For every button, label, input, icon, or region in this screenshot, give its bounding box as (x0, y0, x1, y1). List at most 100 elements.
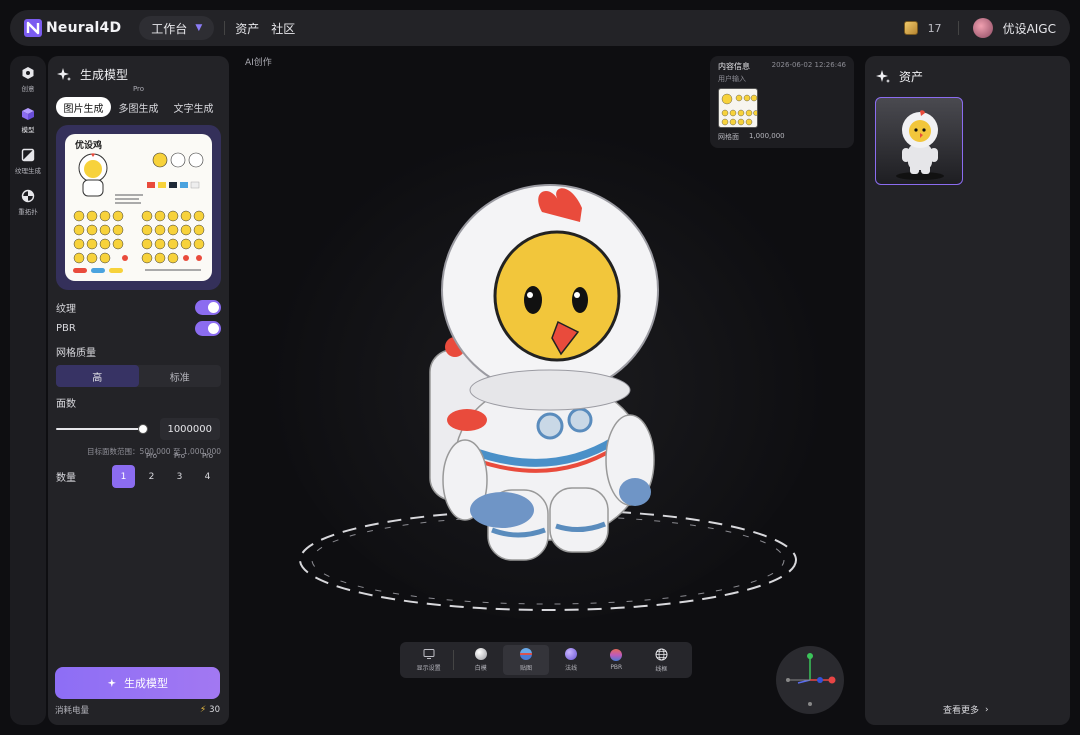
energy-cost-row: 消耗电量 ⚡ 30 (55, 704, 220, 716)
assets-header: 资产 (875, 68, 1060, 85)
pro-tag: Pro (132, 85, 145, 93)
rail-item-texture[interactable]: 纹理生成 (10, 148, 46, 175)
see-more-label: 查看更多 (943, 706, 980, 716)
display-settings-icon (423, 649, 435, 659)
lightning-icon: ⚡ (199, 705, 207, 715)
toolbar-divider (453, 650, 455, 670)
3d-viewport[interactable] (230, 60, 860, 660)
tab-text-generate[interactable]: 文字生成 (166, 97, 221, 117)
quantity-option-3[interactable]: Pro 3 (168, 452, 191, 488)
input-thumbnail[interactable] (718, 88, 758, 128)
texture-icon (21, 148, 35, 162)
info-input-label: 用户输入 (718, 75, 746, 83)
panel-header: 生成模型 (56, 66, 221, 83)
render-normal-button[interactable]: 法线 (549, 645, 594, 675)
faces-range-hint: 目标面数范围：500,000 至 1,000,000 (87, 447, 221, 456)
faces-slider[interactable] (56, 423, 148, 435)
tab-label: 文字生成 (173, 103, 214, 115)
cube-icon (22, 108, 34, 120)
rail-item-creative[interactable]: 创意 (10, 66, 46, 93)
pbr-label: PBR (56, 323, 76, 334)
top-bar: Neural4D 工作台 ▼ 资产 社区 17 优设AIGC (10, 10, 1070, 46)
tab-image-generate[interactable]: 图片生成 (56, 97, 111, 117)
quantity-options: 1 Pro 2 Pro 3 Pro 4 (112, 452, 219, 488)
assets-panel: 资产 查看更多 › (865, 56, 1070, 725)
texture-toggle[interactable] (195, 300, 221, 315)
avatar[interactable] (972, 18, 993, 38)
brand-logo[interactable]: Neural4D (24, 19, 121, 37)
rail-label: 模型 (21, 126, 35, 134)
rail-label: 重拓扑 (18, 208, 38, 216)
info-timestamp: 2026-06-02 12:26:46 (771, 61, 846, 69)
slider-track (56, 428, 148, 430)
input-image-frame[interactable]: 优设鸡 (56, 125, 221, 290)
quantity-value: 3 (176, 471, 183, 482)
quantity-value: 1 (120, 471, 127, 482)
render-white-model-button[interactable]: 白模 (458, 645, 503, 675)
panel-title: 生成模型 (80, 68, 129, 82)
top-right-area: 17 优设AIGC (903, 18, 1056, 38)
asset-thumbnail[interactable] (875, 97, 963, 185)
user-name[interactable]: 优设AIGC (1003, 20, 1056, 37)
quantity-value: 2 (148, 471, 155, 482)
pro-tag: Pro (173, 452, 186, 460)
render-mode-label: 法线 (565, 665, 578, 672)
neural4d-logo-icon (24, 19, 42, 37)
nav-divider (224, 21, 226, 35)
caret-down-icon: ▼ (195, 23, 203, 33)
rail-item-retopology[interactable]: 重拓扑 (10, 189, 46, 216)
brand-name: Neural4D (46, 20, 122, 36)
quantity-label: 数量 (56, 473, 76, 484)
render-pbr-button[interactable]: PBR (594, 645, 639, 675)
render-texture-button[interactable]: 贴图 (503, 645, 549, 675)
energy-label: 消耗电量 (55, 706, 90, 716)
rail-label: 创意 (21, 85, 35, 93)
generate-model-panel: 生成模型 图片生成 Pro 多图生成 文字生成 优设鸡 纹理 PBR 网格质量 … (48, 56, 229, 725)
quantity-option-1[interactable]: 1 (112, 465, 135, 488)
tab-label: 多图生成 (118, 103, 159, 115)
texture-label: 纹理 (56, 304, 76, 315)
slider-knob[interactable] (138, 424, 148, 434)
topbar-divider (957, 21, 959, 35)
quantity-option-4[interactable]: Pro 4 (196, 452, 219, 488)
energy-amount: 30 (209, 705, 220, 715)
textured-ball-icon (519, 648, 532, 660)
info-title: 内容信息 (718, 62, 750, 71)
orientation-gizmo[interactable] (776, 646, 844, 714)
workspace-dropdown[interactable]: 工作台 ▼ (139, 16, 215, 40)
character-sheet-image: 优设鸡 (73, 139, 205, 273)
axis-gizmo-icon (786, 653, 836, 706)
tool-rail: 创意 模型 纹理生成 重拓扑 (10, 56, 46, 725)
texture-toggle-row: 纹理 (56, 300, 221, 315)
normal-ball-icon (565, 648, 578, 660)
quality-high-button[interactable]: 高 (56, 365, 139, 387)
render-mode-label: 白模 (474, 665, 487, 672)
quantity-option-2[interactable]: Pro 2 (140, 452, 163, 488)
assets-title: 资产 (899, 70, 924, 84)
coin-count: 17 (927, 21, 942, 35)
sparkle-icon (107, 678, 116, 687)
see-more-link[interactable]: 查看更多 › (943, 703, 989, 717)
pbr-ball-icon (610, 649, 623, 661)
nav-community[interactable]: 社区 (271, 20, 295, 37)
content-info-card: 内容信息 2026-06-02 12:26:46 用户输入 网格面 1,000,… (710, 56, 854, 148)
faces-input[interactable]: 1000000 (160, 418, 220, 440)
hexagon-icon (22, 67, 34, 79)
sparkle-icon (876, 69, 890, 83)
pbr-toggle-row: PBR (56, 321, 221, 336)
pbr-toggle[interactable] (195, 321, 221, 336)
render-mode-label: 线框 (655, 665, 668, 673)
energy-value: ⚡ 30 (200, 704, 220, 716)
info-mesh-label: 网格面 (718, 133, 739, 141)
quantity-value: 4 (204, 471, 211, 482)
nav-assets[interactable]: 资产 (235, 20, 259, 37)
render-wireframe-button[interactable]: 线框 (639, 645, 684, 675)
rail-item-model[interactable]: 模型 (10, 107, 46, 134)
asset-model-image (896, 110, 944, 180)
pro-tag: Pro (201, 452, 214, 460)
generate-model-button[interactable]: 生成模型 (55, 667, 220, 699)
display-settings-button[interactable]: 显示设置 (408, 645, 449, 675)
sparkle-icon (57, 67, 71, 81)
tab-multi-image-generate[interactable]: Pro 多图生成 (111, 85, 166, 117)
quality-standard-button[interactable]: 标准 (139, 365, 222, 387)
